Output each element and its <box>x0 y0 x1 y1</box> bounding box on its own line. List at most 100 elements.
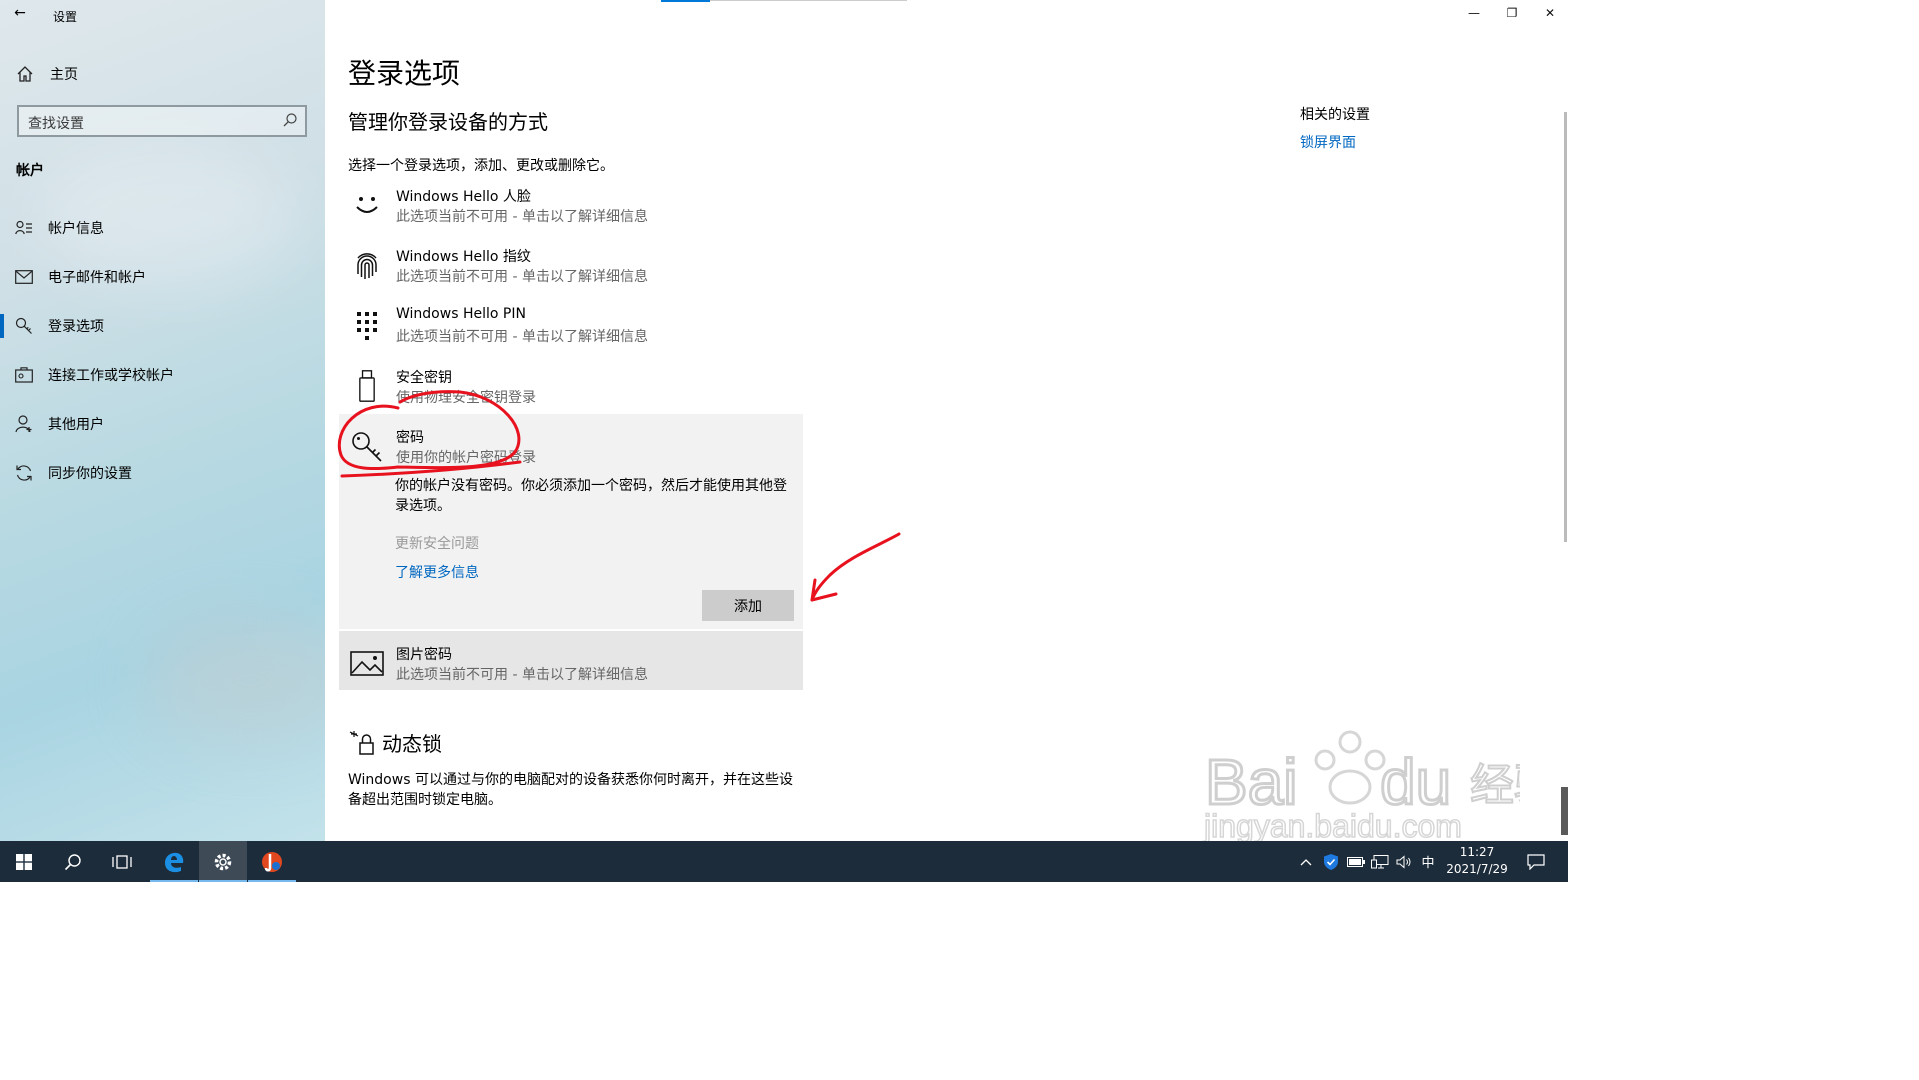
add-password-button[interactable]: 添加 <box>702 590 794 621</box>
battery-icon <box>1347 856 1365 867</box>
option-subtitle: 使用你的帐户密码登录 <box>396 450 536 466</box>
clock-date: 2021/7/29 <box>1446 862 1508 876</box>
dynamic-lock-title: 动态锁 <box>382 732 442 756</box>
scrollbar-thumb[interactable] <box>1561 787 1568 835</box>
person-icon <box>15 415 32 433</box>
security-tray-icon[interactable] <box>1320 841 1342 882</box>
intro-text: 选择一个登录选项，添加、更改或删除它。 <box>348 158 614 174</box>
edge-icon <box>165 852 184 872</box>
active-indicator <box>0 314 4 338</box>
action-center-button[interactable] <box>1522 841 1550 882</box>
settings-icon <box>214 853 232 870</box>
restore-icon[interactable]: ❐ <box>1494 2 1530 24</box>
sidebar-item-other-users[interactable]: 其他用户 <box>0 406 325 442</box>
sidebar-item-label: 其他用户 <box>48 417 104 433</box>
dynamic-lock-heading: 动态锁 <box>348 728 442 757</box>
close-icon[interactable]: ✕ <box>1532 2 1568 24</box>
shield-icon <box>1324 853 1338 870</box>
option-title: Windows Hello PIN <box>396 306 526 322</box>
face-icon <box>356 197 378 213</box>
baidu-watermark-logo: Bai du 经验 jingyan.baidu.com <box>1202 730 1520 842</box>
sidebar-item-account-info[interactable]: 帐户信息 <box>0 210 325 246</box>
option-title: 安全密钥 <box>396 370 452 386</box>
sidebar: ← 设置 主页 查找设置 帐户 帐户信息 电子邮件和帐户 登录选项 连接工作或学… <box>0 0 325 841</box>
svg-text:经验: 经验 <box>1470 760 1520 811</box>
taskbar-search-button[interactable] <box>49 841 97 882</box>
back-arrow-icon[interactable]: ← <box>8 4 32 24</box>
usb-key-icon <box>359 370 375 402</box>
option-title: 图片密码 <box>396 647 452 663</box>
battery-tray-icon[interactable] <box>1344 841 1368 882</box>
start-icon <box>16 853 32 870</box>
option-title: Windows Hello 人脸 <box>396 189 531 205</box>
option-face[interactable]: Windows Hello 人脸 此选项当前不可用 - 单击以了解详细信息 <box>340 182 803 240</box>
sidebar-item-label: 同步你的设置 <box>48 466 132 482</box>
network-icon <box>1371 854 1389 868</box>
lock-screen-link[interactable]: 锁屏界面 <box>1300 132 1356 152</box>
sidebar-item-email[interactable]: 电子邮件和帐户 <box>0 259 325 295</box>
option-title: 密码 <box>396 430 424 446</box>
sidebar-item-label: 帐户信息 <box>48 221 104 237</box>
taskbar: 中 11:27 2021/7/29 <box>0 841 1568 882</box>
scroll-track <box>710 0 907 1</box>
sidebar-item-work-school[interactable]: 连接工作或学校帐户 <box>0 357 325 393</box>
home-icon <box>17 66 33 82</box>
option-password[interactable]: 密码 使用你的帐户密码登录 <box>340 423 803 481</box>
option-subtitle: 使用物理安全密钥登录 <box>396 390 536 406</box>
option-picture-password[interactable]: 图片密码 此选项当前不可用 - 单击以了解详细信息 <box>340 640 803 698</box>
option-pin[interactable]: Windows Hello PIN 此选项当前不可用 - 单击以了解详细信息 <box>340 302 803 360</box>
dynamic-lock-description: Windows 可以通过与你的电脑配对的设备获悉你何时离开，并在这些设备超出范围… <box>348 772 793 808</box>
scrollbar[interactable] <box>1564 112 1567 542</box>
search-icon <box>64 853 81 870</box>
app-title: 设置 <box>53 10 78 24</box>
app-icon <box>262 851 282 872</box>
sync-icon <box>16 465 32 481</box>
option-subtitle: 此选项当前不可用 - 单击以了解详细信息 <box>396 209 648 225</box>
option-title: Windows Hello 指纹 <box>396 249 531 265</box>
svg-text:jingyan.baidu.com: jingyan.baidu.com <box>1203 808 1462 842</box>
fingerprint-icon <box>357 253 377 279</box>
password-message: 你的帐户没有密码。你必须添加一个密码，然后才能使用其他登录选项。 <box>395 478 787 514</box>
option-subtitle: 此选项当前不可用 - 单击以了解详细信息 <box>396 269 648 285</box>
start-button[interactable] <box>0 841 48 882</box>
key-icon <box>15 317 32 334</box>
volume-icon <box>1396 854 1411 869</box>
search-icon[interactable] <box>281 111 299 129</box>
learn-more-link[interactable]: 了解更多信息 <box>395 562 479 582</box>
page-title: 登录选项 <box>348 57 461 90</box>
sidebar-item-sign-in-options[interactable]: 登录选项 <box>0 308 325 344</box>
task-view-button[interactable] <box>98 841 146 882</box>
option-security-key[interactable]: 安全密钥 使用物理安全密钥登录 <box>340 363 803 421</box>
minimize-icon[interactable]: — <box>1456 2 1492 24</box>
volume-tray-icon[interactable] <box>1392 841 1416 882</box>
search-input[interactable]: 查找设置 <box>17 105 307 137</box>
edge-taskbar-button[interactable] <box>150 841 198 882</box>
mail-icon <box>15 270 33 284</box>
dynamic-lock-icon <box>349 730 374 755</box>
section-title: 帐户 <box>16 163 44 179</box>
clock[interactable]: 11:27 2021/7/29 <box>1440 844 1514 878</box>
option-fingerprint[interactable]: Windows Hello 指纹 此选项当前不可用 - 单击以了解详细信息 <box>340 242 803 300</box>
option-subtitle: 此选项当前不可用 - 单击以了解详细信息 <box>396 329 648 345</box>
scroll-indicator <box>661 0 710 2</box>
sidebar-item-label: 登录选项 <box>48 319 104 335</box>
home-nav-item[interactable]: 主页 <box>16 64 78 84</box>
app-taskbar-button[interactable] <box>248 841 296 882</box>
ime-indicator[interactable]: 中 <box>1418 841 1438 882</box>
show-hidden-icons[interactable] <box>1296 841 1316 882</box>
home-label: 主页 <box>50 67 78 83</box>
account-info-icon <box>15 220 32 235</box>
task-view-icon <box>112 854 132 869</box>
picture-icon <box>350 651 384 676</box>
search-placeholder: 查找设置 <box>28 116 84 132</box>
settings-taskbar-button[interactable] <box>199 841 247 882</box>
sidebar-item-label: 电子邮件和帐户 <box>48 270 146 286</box>
option-subtitle: 此选项当前不可用 - 单击以了解详细信息 <box>396 667 648 683</box>
chevron-up-icon <box>1300 858 1312 865</box>
sidebar-item-label: 连接工作或学校帐户 <box>48 368 174 384</box>
notification-icon <box>1527 853 1545 870</box>
network-tray-icon[interactable] <box>1368 841 1392 882</box>
sidebar-item-sync[interactable]: 同步你的设置 <box>0 455 325 491</box>
clock-time: 11:27 <box>1459 845 1495 859</box>
key-icon <box>352 432 382 462</box>
